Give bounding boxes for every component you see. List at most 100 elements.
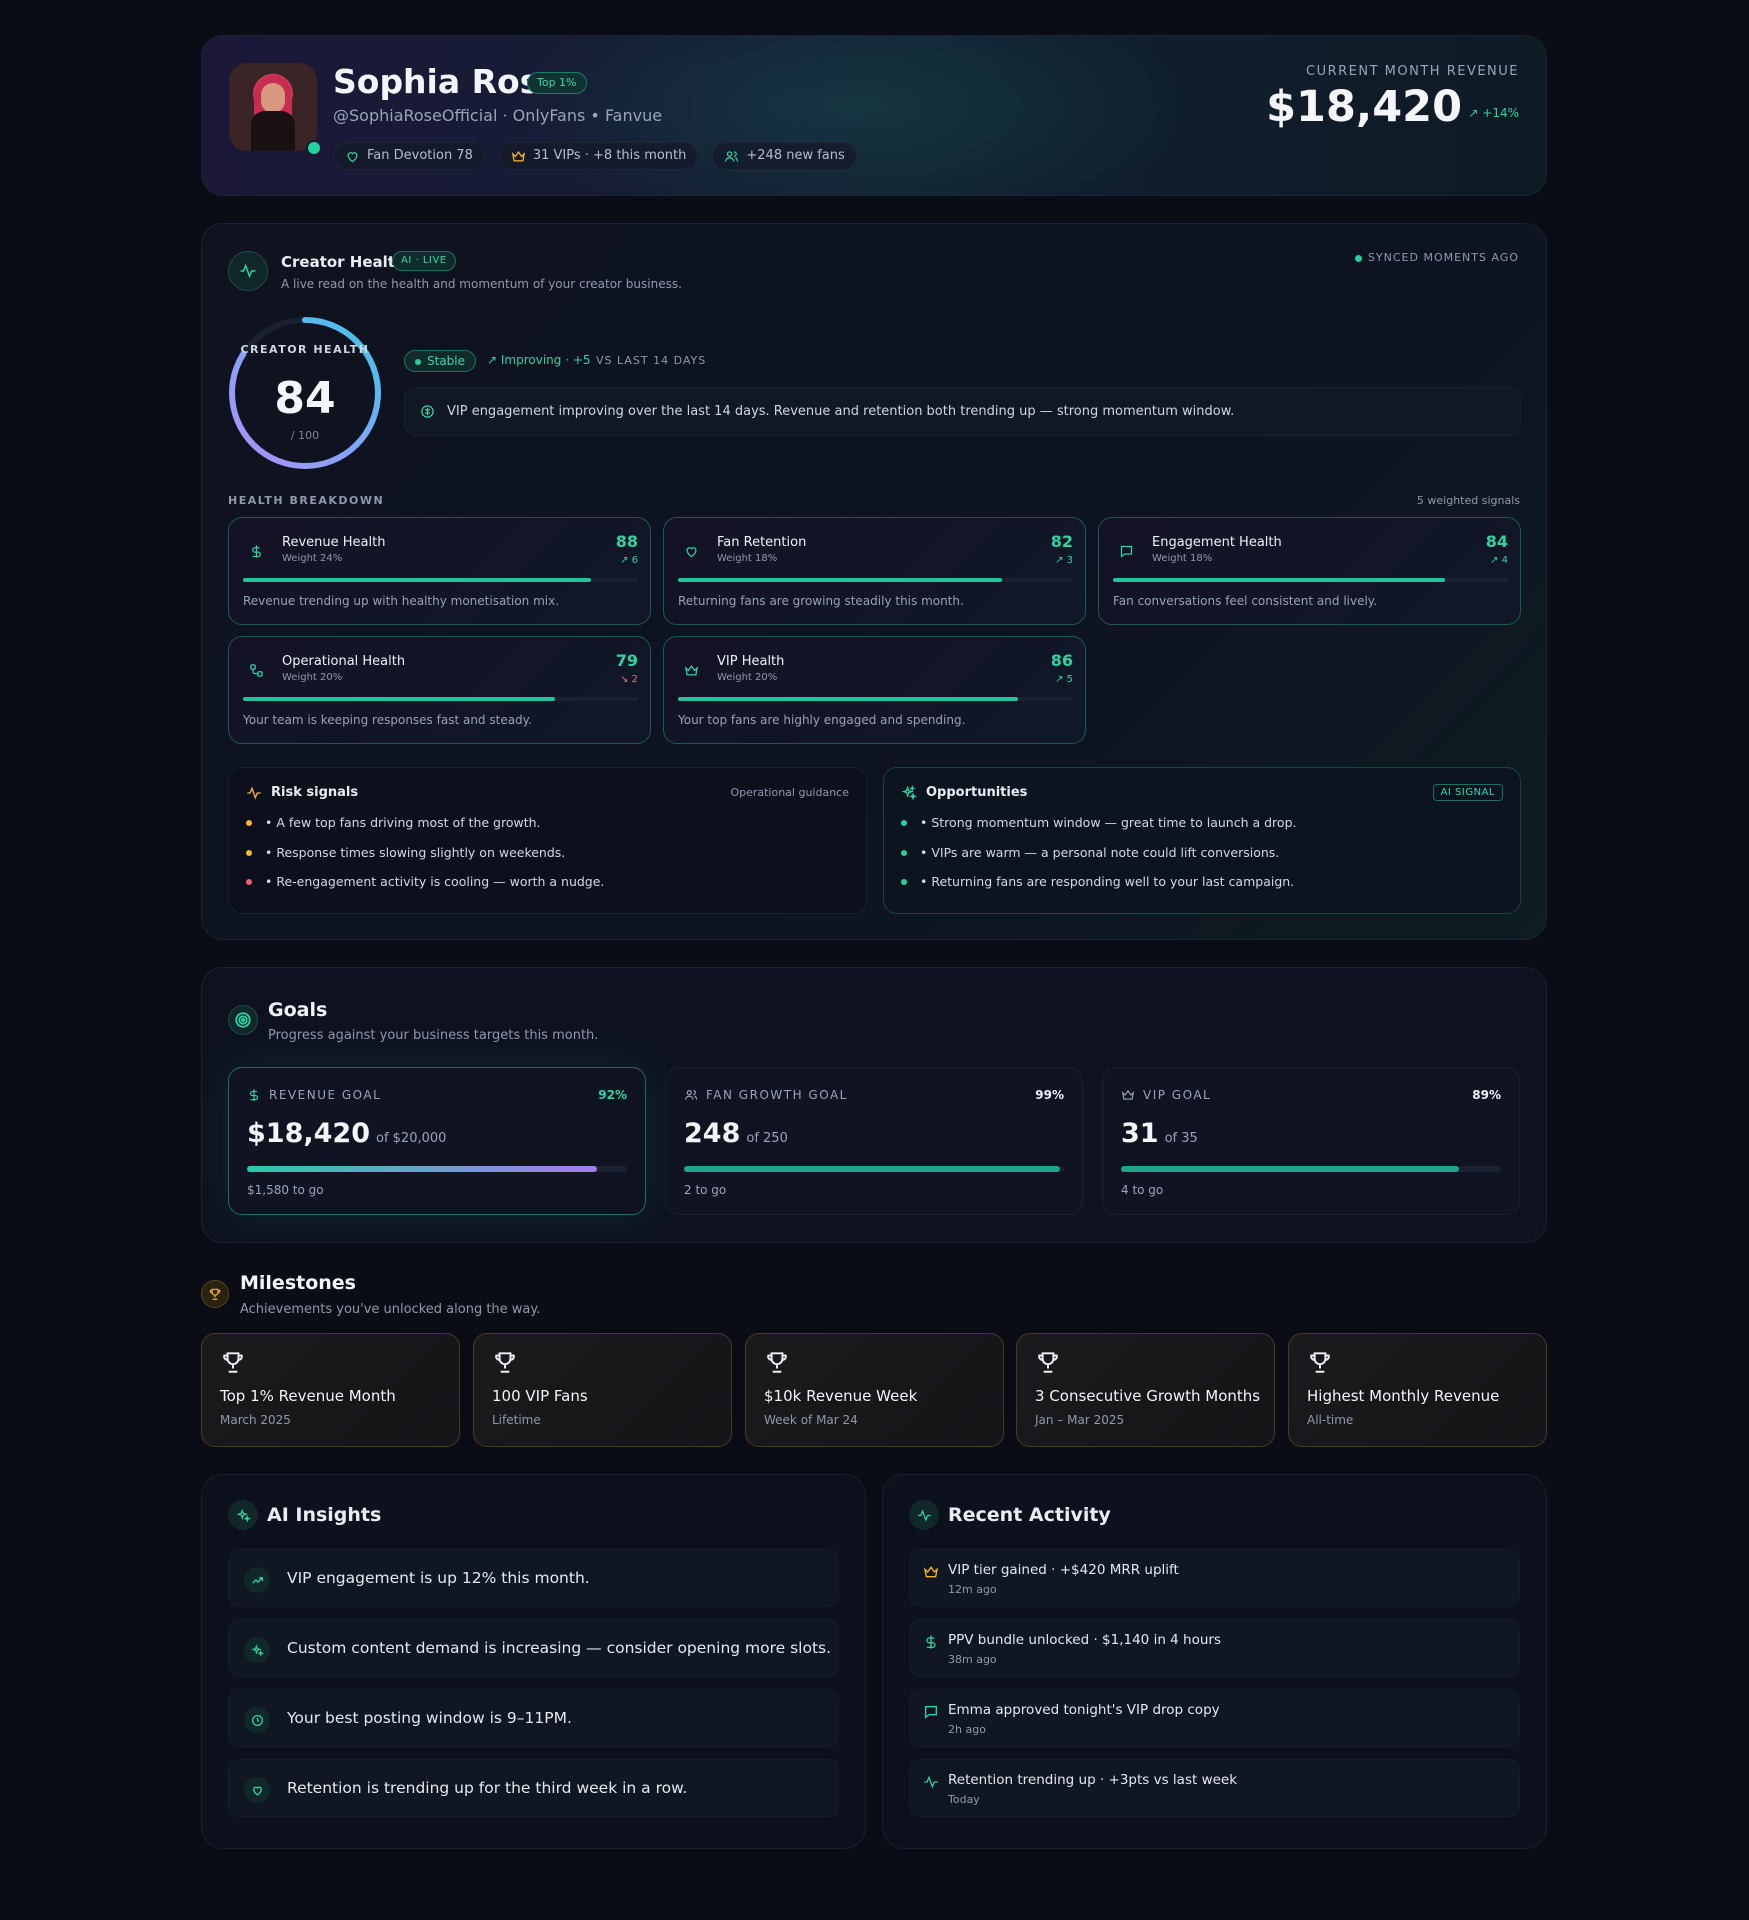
trophy-icon xyxy=(1038,1352,1058,1373)
activity-row[interactable]: VIP tier gained · +$420 MRR uplift 12m a… xyxy=(909,1549,1520,1607)
avatar[interactable] xyxy=(229,63,317,151)
milestone-card[interactable]: 3 Consecutive Growth Months Jan – Mar 20… xyxy=(1016,1333,1275,1447)
milestone-card[interactable]: 100 VIP Fans Lifetime xyxy=(473,1333,732,1447)
goal-value: 248 of 250 xyxy=(684,1118,788,1149)
goal-progress xyxy=(247,1166,627,1172)
card-score: 79 xyxy=(615,651,638,670)
card-progress xyxy=(1113,578,1508,582)
goal-value-text: $18,420 xyxy=(247,1118,370,1149)
goal-card-fan-growth[interactable]: FAN GROWTH GOAL 99% 248 of 250 2 to go xyxy=(665,1067,1083,1215)
ai-insights-panel: AI Insights VIP engagement is up 12% thi… xyxy=(201,1474,866,1849)
health-card-vip[interactable]: VIP Health Weight 20% 86 ↗ 5 Your top fa… xyxy=(663,636,1086,744)
clock-icon xyxy=(244,1707,270,1733)
goal-label: VIP GOAL xyxy=(1121,1088,1211,1102)
milestone-sub: Week of Mar 24 xyxy=(764,1413,858,1427)
sparkle-icon xyxy=(901,785,917,801)
goal-percent: 99% xyxy=(1035,1088,1064,1102)
health-score: 84 xyxy=(274,373,336,424)
milestones-title: Milestones xyxy=(240,1272,356,1294)
activity-time: 2h ago xyxy=(948,1723,986,1736)
target-icon xyxy=(228,1005,258,1035)
insight-row[interactable]: Your best posting window is 9–11PM. xyxy=(228,1689,839,1747)
card-weight: Weight 20% xyxy=(717,672,778,683)
insight-text: VIP engagement improving over the last 1… xyxy=(447,404,1235,419)
chat-icon xyxy=(925,1706,937,1719)
goals-subtitle: Progress against your business targets t… xyxy=(268,1028,599,1043)
goal-card-vip[interactable]: VIP GOAL 89% 31 of 35 4 to go xyxy=(1102,1067,1520,1215)
breakdown-count: 5 weighted signals xyxy=(1416,494,1520,507)
goal-label-text: VIP GOAL xyxy=(1143,1088,1212,1102)
card-score: 88 xyxy=(615,532,638,551)
goal-label-text: REVENUE GOAL xyxy=(269,1088,382,1102)
card-desc: Fan conversations feel consistent and li… xyxy=(1113,594,1378,608)
activity-row[interactable]: Retention trending up · +3pts vs last we… xyxy=(909,1759,1520,1817)
milestone-card[interactable]: Top 1% Revenue Month March 2025 xyxy=(201,1333,460,1447)
top-badge: Top 1% xyxy=(527,72,587,94)
chip-fan-devotion[interactable]: Fan Devotion 78 xyxy=(333,142,485,170)
profile-chips: Fan Devotion 78 31 VIPs · +8 this month … xyxy=(333,142,857,170)
activity-row[interactable]: Emma approved tonight's VIP drop copy 2h… xyxy=(909,1689,1520,1747)
card-progress xyxy=(678,697,1073,701)
milestone-card[interactable]: $10k Revenue Week Week of Mar 24 xyxy=(745,1333,1004,1447)
opps-item: • VIPs are warm — a personal note could … xyxy=(901,845,1296,876)
crown-icon xyxy=(511,150,525,161)
card-desc: Returning fans are growing steadily this… xyxy=(678,594,964,608)
card-delta: ↘ 2 xyxy=(620,674,638,685)
chat-icon xyxy=(1113,538,1139,564)
milestone-card[interactable]: Highest Monthly Revenue All-time xyxy=(1288,1333,1547,1447)
goal-value: 31 of 35 xyxy=(1121,1118,1198,1149)
health-subtitle: A live read on the health and momentum o… xyxy=(281,277,682,291)
card-delta: ↗ 6 xyxy=(620,555,638,566)
goal-label: REVENUE GOAL xyxy=(247,1088,381,1102)
insight-row[interactable]: VIP engagement is up 12% this month. xyxy=(228,1549,839,1607)
card-progress xyxy=(243,578,638,582)
health-score-max: / 100 xyxy=(290,429,320,442)
risk-title: Risk signals xyxy=(271,785,359,800)
insight-row[interactable]: Retention is trending up for the third w… xyxy=(228,1759,839,1817)
card-desc: Revenue trending up with healthy monetis… xyxy=(243,594,560,608)
health-card-engagement[interactable]: Engagement Health Weight 18% 84 ↗ 4 Fan … xyxy=(1098,517,1521,625)
opps-item: • Strong momentum window — great time to… xyxy=(901,816,1296,846)
chip-new-fans[interactable]: +248 new fans xyxy=(712,142,857,170)
health-card-operational[interactable]: Operational Health Weight 20% 79 ↘ 2 You… xyxy=(228,636,651,744)
milestone-sub: Jan – Mar 2025 xyxy=(1035,1413,1125,1427)
card-title: Fan Retention xyxy=(717,535,807,550)
goal-card-revenue[interactable]: REVENUE GOAL 92% $18,420 of $20,000 $1,58… xyxy=(228,1067,646,1215)
revenue-value: $18,420 xyxy=(1266,82,1462,132)
trophy-icon xyxy=(767,1352,787,1373)
goal-target: of $20,000 xyxy=(375,1131,447,1146)
health-card-retention[interactable]: Fan Retention Weight 18% 82 ↗ 3 Returnin… xyxy=(663,517,1086,625)
risk-item: • A few top fans driving most of the gro… xyxy=(246,816,604,846)
card-desc: Your top fans are highly engaged and spe… xyxy=(678,713,966,727)
dollar-icon xyxy=(243,538,269,564)
goal-percent: 89% xyxy=(1472,1088,1501,1102)
goal-value: $18,420 of $20,000 xyxy=(247,1118,446,1149)
trend-period: VS LAST 14 DAYS xyxy=(596,354,707,367)
goals-panel: Goals Progress against your business tar… xyxy=(201,967,1547,1243)
card-delta: ↗ 4 xyxy=(1490,555,1508,566)
card-title: Operational Health xyxy=(282,654,406,669)
trophy-icon xyxy=(223,1352,243,1373)
crown-icon xyxy=(678,657,704,683)
activity-row[interactable]: PPV bundle unlocked · $1,140 in 4 hours … xyxy=(909,1619,1520,1677)
pulse-icon xyxy=(924,1775,938,1789)
revenue-label: CURRENT MONTH REVENUE xyxy=(1306,64,1519,79)
insight-text: VIP engagement is up 12% this month. xyxy=(287,1569,590,1587)
milestone-sub: Lifetime xyxy=(492,1413,541,1427)
workflow-icon xyxy=(243,657,269,683)
sparkle-icon xyxy=(244,1637,270,1663)
card-score: 84 xyxy=(1485,532,1508,551)
health-card-revenue[interactable]: Revenue Health Weight 24% 88 ↗ 6 Revenue… xyxy=(228,517,651,625)
card-desc: Your team is keeping responses fast and … xyxy=(243,713,532,727)
activity-text: Emma approved tonight's VIP drop copy xyxy=(948,1702,1220,1718)
chip-vips[interactable]: 31 VIPs · +8 this month xyxy=(498,142,699,170)
pulse-icon xyxy=(228,251,268,291)
insights-title: AI Insights xyxy=(267,1504,382,1526)
goal-value-text: 248 xyxy=(684,1118,741,1149)
chip-label: +248 new fans xyxy=(746,148,845,163)
goal-percent: 92% xyxy=(598,1088,627,1102)
revenue-delta: ↗ +14% xyxy=(1468,106,1519,120)
insight-row[interactable]: Custom content demand is increasing — co… xyxy=(228,1619,839,1677)
recent-activity-panel: Recent Activity VIP tier gained · +$420 … xyxy=(882,1474,1547,1849)
goals-title: Goals xyxy=(268,999,328,1021)
